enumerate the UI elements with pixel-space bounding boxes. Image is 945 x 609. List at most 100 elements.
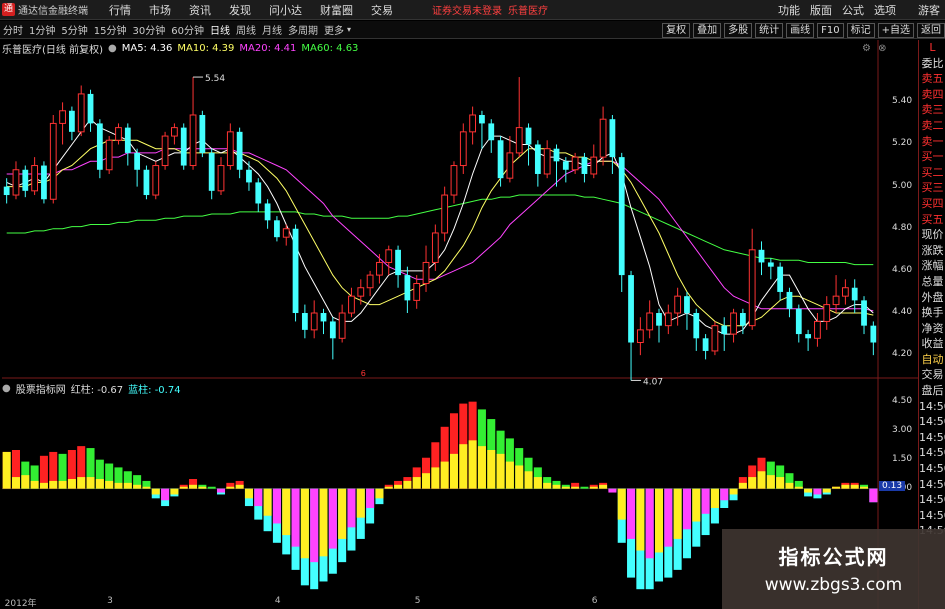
ma20-label: MA20: 4.41 [239, 42, 297, 54]
candle-body [469, 114, 477, 133]
sidebar-item[interactable]: 14:50 [919, 508, 945, 524]
indicator-tick: 4.50 [892, 395, 913, 406]
candle-body [385, 249, 393, 263]
indicator-bar [515, 448, 524, 489]
indicator-bar [235, 480, 244, 489]
price-tick: 5.40 [892, 96, 913, 107]
candle [506, 136, 514, 183]
sidebar-item[interactable]: 现价 [919, 227, 945, 243]
indicator-bar [338, 488, 347, 563]
sidebar-item[interactable]: 委比 [919, 56, 945, 72]
sidebar-item[interactable]: 买三 [919, 180, 945, 196]
indicator-tick: 1.50 [892, 453, 913, 464]
indicator-bar [822, 488, 831, 495]
date-tick: 3 [107, 596, 113, 606]
sidebar-item[interactable]: 14:50 [919, 414, 945, 430]
indicator-bar [580, 486, 589, 489]
chart-settings-icon[interactable]: ⚙ [862, 43, 871, 54]
candle [702, 334, 709, 360]
watermark-title: 指标公式网 [778, 545, 889, 569]
candle [171, 123, 178, 145]
candle-body [861, 300, 867, 326]
candle-body [189, 114, 197, 167]
chart-canvas[interactable]: 5.54 4.07 6 [0, 0, 945, 609]
sidebar-item[interactable]: 14:50 [919, 430, 945, 446]
overlay-bar [123, 482, 132, 489]
sidebar-item[interactable]: 自动 [919, 352, 945, 368]
candle [479, 110, 485, 149]
overlay-bar [841, 484, 850, 489]
candle-body [664, 312, 672, 327]
sidebar-item[interactable]: 涨幅 [919, 258, 945, 274]
sidebar-item[interactable]: 买一 [919, 149, 945, 165]
sidebar-item[interactable]: 买四 [919, 196, 945, 212]
sidebar-item[interactable]: 收益 [919, 336, 945, 352]
candle-body [59, 110, 66, 124]
indicator-bar [524, 457, 533, 489]
overlay-bar [2, 451, 11, 489]
site-watermark: 指标公式网 www.zbgs3.com [722, 529, 945, 609]
date-tick: 5 [414, 596, 421, 606]
candle [795, 304, 802, 343]
sidebar-item[interactable]: 14:50 [919, 492, 945, 508]
candle [87, 89, 94, 132]
candle [609, 114, 616, 174]
indicator-bar [710, 488, 719, 524]
indicator-bar [254, 488, 263, 520]
overlay-bar [561, 486, 570, 489]
overlay-bar [654, 488, 664, 553]
close-icon[interactable]: ⊗ [878, 43, 886, 54]
date-tick: 6 [591, 596, 598, 606]
candle [730, 308, 737, 343]
settings-dot-icon[interactable]: ● [108, 43, 117, 54]
sidebar-item[interactable]: 14:50 [919, 477, 945, 493]
overlay-bar [515, 465, 524, 489]
indicator-bar [664, 488, 673, 578]
overlay-bar [617, 488, 626, 520]
sidebar-item[interactable]: L [919, 40, 945, 56]
indicator-bar [543, 477, 552, 489]
indicator-bar [77, 446, 86, 489]
sidebar-item[interactable]: 总量 [919, 274, 945, 290]
sidebar-item[interactable]: 交易 [919, 367, 945, 383]
sidebar-item[interactable]: 卖三 [919, 102, 945, 118]
candle-body [590, 156, 598, 175]
candle-body [674, 295, 682, 314]
indicator-bar [720, 488, 729, 508]
price-tick: 4.40 [892, 307, 913, 317]
sidebar-item[interactable]: 买二 [919, 165, 945, 181]
sidebar-item[interactable]: 卖四 [919, 87, 945, 103]
sidebar-item[interactable]: 净资 [919, 321, 945, 337]
ma10-label: MA10: 4.39 [177, 42, 235, 54]
overlay-bar [505, 461, 514, 489]
sidebar-item[interactable]: 14:50 [919, 399, 945, 415]
overlay-bar [86, 477, 95, 489]
candle [525, 123, 532, 166]
indicator-bar [375, 488, 384, 505]
sidebar-item[interactable]: 卖二 [919, 118, 945, 134]
sidebar-item[interactable]: 涨跌 [919, 243, 945, 259]
indicator-bar [114, 467, 123, 489]
sidebar-item[interactable]: 14:50 [919, 461, 945, 477]
candle [395, 245, 401, 288]
candle-body [292, 228, 299, 314]
sidebar-item[interactable]: 外盘 [919, 290, 945, 306]
sidebar-item[interactable]: 换手 [919, 305, 945, 321]
sidebar-item[interactable]: 盘后 [919, 383, 945, 399]
date-tick: 2012年 [4, 599, 37, 609]
sidebar-item[interactable]: 卖五 [919, 71, 945, 87]
indicator-bar [30, 465, 39, 489]
candle-body [161, 135, 169, 167]
sidebar-item[interactable]: 14:50 [919, 445, 945, 461]
sidebar-item[interactable]: 卖一 [919, 134, 945, 150]
settings-dot-icon[interactable]: ● [2, 383, 11, 394]
event-marker: 6 [361, 369, 366, 378]
indicator-bar [310, 488, 319, 590]
candle-body [264, 203, 271, 221]
sidebar-item[interactable]: 买五 [919, 212, 945, 228]
candle [748, 228, 756, 330]
price-tick: 4.60 [892, 264, 913, 275]
quote-sidebar: L 委比 卖五 卖四 卖三 卖二 卖一 买一 买二 买三 买四 买五 现价 涨跌 涨幅 总量 外盘 换手 净资 收益自… [918, 40, 945, 609]
overlay-bar [272, 488, 281, 524]
ma5-label: MA5: 4.36 [121, 42, 173, 54]
